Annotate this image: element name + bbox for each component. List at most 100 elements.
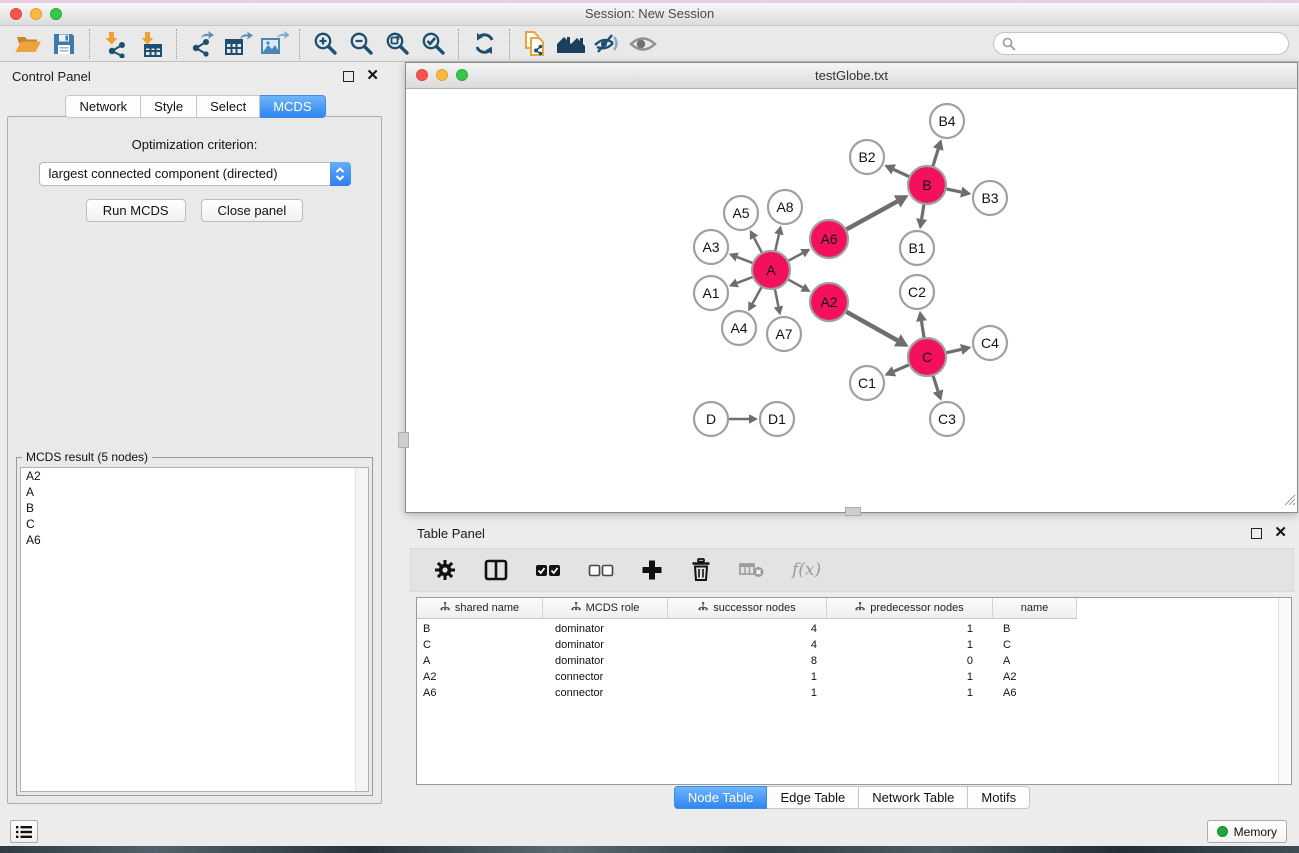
list-item[interactable]: C <box>21 516 368 532</box>
tab-edge-table[interactable]: Edge Table <box>767 786 859 809</box>
split-columns-icon[interactable] <box>484 559 508 581</box>
duplicate-network-icon[interactable] <box>517 28 553 60</box>
sort-column-icon[interactable] <box>855 602 865 614</box>
column-header-name[interactable]: name <box>993 598 1077 619</box>
table-cell[interactable]: connector <box>543 685 668 701</box>
float-panel-icon[interactable] <box>343 71 354 82</box>
column-header-MCDS-role[interactable]: MCDS role <box>543 598 668 619</box>
table-cell[interactable]: A6 <box>993 685 1077 701</box>
sort-column-icon[interactable] <box>698 602 708 614</box>
table-row[interactable]: Cdominator41C <box>417 637 1279 653</box>
memory-button[interactable]: Memory <box>1207 820 1287 843</box>
graph-edge-C-C1[interactable] <box>894 365 910 372</box>
close-panel-icon[interactable]: ✕ <box>366 70 379 82</box>
task-history-button[interactable] <box>10 820 38 843</box>
table-cell[interactable]: C <box>417 637 543 653</box>
graph-edge-C-C4[interactable] <box>946 349 962 353</box>
list-item[interactable]: A2 <box>21 468 368 484</box>
graph-edge-A-A6[interactable] <box>788 253 803 261</box>
graph-edge-A-A3[interactable] <box>737 257 753 263</box>
function-builder-icon[interactable]: f(x) <box>792 560 821 580</box>
table-cell[interactable]: connector <box>543 669 668 685</box>
network-graph[interactable]: AA1A2A3A4A5A6A7A8BB1B2B3B4CC1C2C3C4DD1 <box>406 89 1297 512</box>
open-file-icon[interactable] <box>10 28 46 60</box>
horizontal-splitter-handle[interactable] <box>845 507 861 516</box>
graph-edge-B-B1[interactable] <box>922 204 924 219</box>
sort-column-icon[interactable] <box>440 602 450 614</box>
export-image-icon[interactable] <box>256 28 292 60</box>
table-cell[interactable]: 1 <box>827 685 993 701</box>
optimization-criterion-select[interactable]: largest connected component (directed) <box>39 162 351 186</box>
graph-edge-A-A8[interactable] <box>775 234 779 251</box>
table-cell[interactable]: 1 <box>668 685 827 701</box>
table-cell[interactable]: B <box>417 621 543 637</box>
table-cell[interactable]: C <box>993 637 1077 653</box>
table-cell[interactable]: 4 <box>668 621 827 637</box>
list-scrollbar[interactable] <box>355 468 368 791</box>
tab-select[interactable]: Select <box>197 95 260 118</box>
tab-mcds[interactable]: MCDS <box>260 95 325 118</box>
table-cell[interactable]: 1 <box>827 621 993 637</box>
table-cell[interactable]: dominator <box>543 637 668 653</box>
graph-edge-C-C2[interactable] <box>921 321 924 338</box>
graph-edge-B-B3[interactable] <box>946 189 962 192</box>
column-header-shared-name[interactable]: shared name <box>417 598 543 619</box>
table-cell[interactable]: dominator <box>543 653 668 669</box>
column-header-predecessor-nodes[interactable]: predecessor nodes <box>827 598 993 619</box>
resize-grip-icon[interactable] <box>1283 493 1296 511</box>
export-network-icon[interactable] <box>184 28 220 60</box>
table-row[interactable]: Bdominator41B <box>417 621 1279 637</box>
table-cell[interactable]: 0 <box>827 653 993 669</box>
tab-network-table[interactable]: Network Table <box>859 786 968 809</box>
node-table[interactable]: shared nameMCDS rolesuccessor nodesprede… <box>416 597 1292 785</box>
graph-edge-C-C3[interactable] <box>933 375 938 391</box>
minimize-window-button[interactable] <box>30 8 42 20</box>
graph-edge-A2-C[interactable] <box>846 311 898 340</box>
select-all-icon[interactable] <box>535 564 561 577</box>
table-cell[interactable]: A <box>417 653 543 669</box>
settings-gear-icon[interactable] <box>433 558 457 582</box>
refresh-icon[interactable] <box>466 28 502 60</box>
table-cell[interactable]: A <box>993 653 1077 669</box>
zoom-selected-icon[interactable] <box>415 28 451 60</box>
graph-edge-A6-B[interactable] <box>846 201 898 229</box>
table-row[interactable]: A2connector11A2 <box>417 669 1279 685</box>
export-table-icon[interactable] <box>220 28 256 60</box>
mcds-result-list[interactable]: A2ABCA6 <box>20 467 369 792</box>
show-all-icon[interactable] <box>625 28 661 60</box>
graph-edge-B-B4[interactable] <box>933 149 939 167</box>
zoom-out-icon[interactable] <box>343 28 379 60</box>
tab-node-table[interactable]: Node Table <box>674 786 768 809</box>
hide-selected-icon[interactable] <box>589 28 625 60</box>
table-cell[interactable]: A6 <box>417 685 543 701</box>
table-cell[interactable]: 1 <box>668 669 827 685</box>
graph-edge-A-A4[interactable] <box>753 287 762 304</box>
table-cell[interactable]: 4 <box>668 637 827 653</box>
import-network-icon[interactable] <box>97 28 133 60</box>
list-item[interactable]: A6 <box>21 532 368 548</box>
list-item[interactable]: B <box>21 500 368 516</box>
tab-network[interactable]: Network <box>65 95 141 118</box>
table-row[interactable]: Adominator80A <box>417 653 1279 669</box>
close-panel-button[interactable]: Close panel <box>201 199 304 222</box>
table-cell[interactable]: 8 <box>668 653 827 669</box>
delete-icon[interactable] <box>690 558 712 582</box>
graph-edge-A-A1[interactable] <box>737 277 753 283</box>
search-input[interactable] <box>1016 36 1288 52</box>
table-cell[interactable]: A2 <box>993 669 1077 685</box>
table-cell[interactable]: dominator <box>543 621 668 637</box>
close-table-panel-icon[interactable]: ✕ <box>1274 527 1287 539</box>
table-cell[interactable]: B <box>993 621 1077 637</box>
first-neighbors-icon[interactable] <box>553 28 589 60</box>
graph-edge-B-B2[interactable] <box>894 169 910 177</box>
column-header-successor-nodes[interactable]: successor nodes <box>668 598 827 619</box>
zoom-fit-icon[interactable] <box>379 28 415 60</box>
deselect-all-icon[interactable] <box>588 564 614 577</box>
network-close-button[interactable] <box>416 69 428 81</box>
table-cell[interactable]: 1 <box>827 637 993 653</box>
run-mcds-button[interactable]: Run MCDS <box>86 199 186 222</box>
search-field[interactable] <box>993 32 1289 55</box>
network-canvas[interactable]: AA1A2A3A4A5A6A7A8BB1B2B3B4CC1C2C3C4DD1 <box>406 89 1297 512</box>
zoom-in-icon[interactable] <box>307 28 343 60</box>
network-minimize-button[interactable] <box>436 69 448 81</box>
